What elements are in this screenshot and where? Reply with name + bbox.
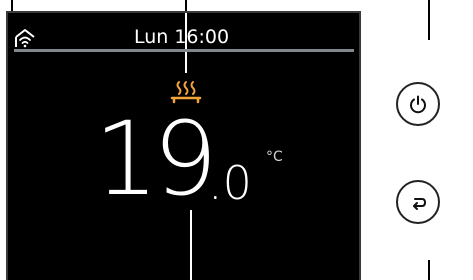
power-button[interactable]: [396, 82, 440, 126]
wifi-home-icon: [15, 29, 35, 48]
temperature-unit: °C: [266, 149, 283, 165]
time-label: 16:00: [174, 26, 230, 48]
clock-display: Lun 16:00: [134, 25, 229, 49]
leader-line-bottom-right: [428, 260, 430, 280]
back-arrow-icon: [413, 198, 427, 210]
temperature-decimal: .0: [208, 156, 252, 210]
leader-line-top-right: [428, 0, 430, 40]
day-label: Lun: [134, 26, 169, 48]
power-icon: [410, 95, 426, 114]
temperature-integer: 19: [94, 100, 218, 219]
thermostat-diagram: Lun 16:00 19 .0 °C: [0, 0, 473, 280]
status-divider: [14, 49, 354, 52]
leader-line-temp-inner: [190, 210, 192, 280]
back-button[interactable]: [396, 180, 440, 224]
